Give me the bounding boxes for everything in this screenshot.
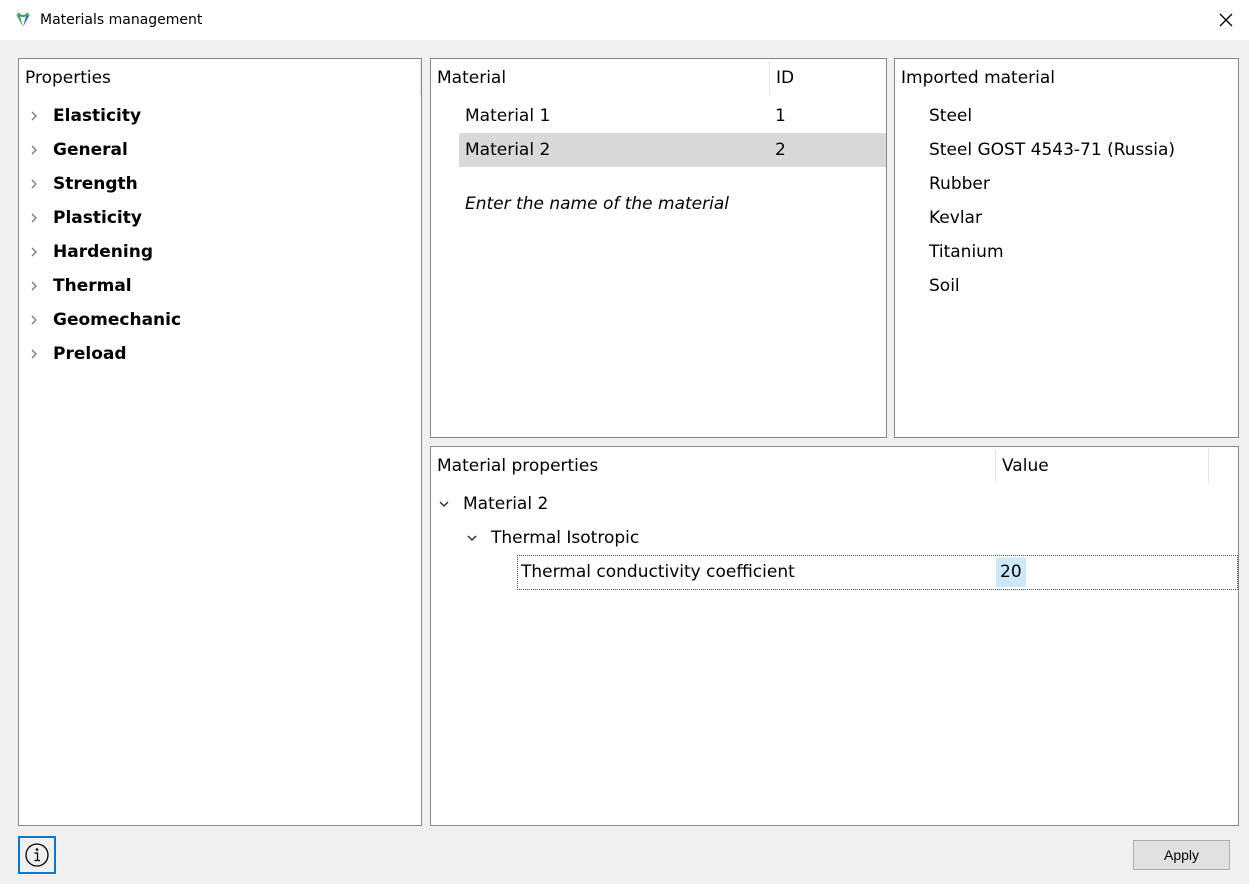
imported-item-kevlar[interactable]: Kevlar xyxy=(929,201,982,235)
imported-item-steel-gost[interactable]: Steel GOST 4543-71 (Russia) xyxy=(929,133,1175,167)
chevron-right-icon xyxy=(31,111,37,121)
chevron-down-icon xyxy=(439,501,449,508)
tree-node-material[interactable]: Material 2 xyxy=(431,487,991,521)
tree-item-thermal[interactable]: Thermal xyxy=(19,269,421,303)
tree-item-geomechanic[interactable]: Geomechanic xyxy=(19,303,421,337)
close-icon xyxy=(1219,13,1233,27)
column-divider xyxy=(769,61,770,95)
column-header-id[interactable]: ID xyxy=(776,59,794,97)
app-logo-icon xyxy=(14,11,32,29)
properties-tree[interactable]: Properties Elasticity General Strength P… xyxy=(18,58,422,826)
tree-item-preload[interactable]: Preload xyxy=(19,337,421,371)
tree-item-hardening[interactable]: Hardening xyxy=(19,235,421,269)
imported-material-list[interactable]: Imported material Steel Steel GOST 4543-… xyxy=(894,58,1239,438)
property-name: Thermal conductivity coefficient xyxy=(521,562,795,582)
imported-item-rubber[interactable]: Rubber xyxy=(929,167,990,201)
material-id: 2 xyxy=(775,140,786,160)
column-divider xyxy=(420,61,421,95)
properties-header: Properties xyxy=(25,68,111,88)
chevron-right-icon xyxy=(31,145,37,155)
column-header-material-properties[interactable]: Material properties xyxy=(437,447,598,485)
material-row-2-selected[interactable]: Material 2 2 xyxy=(459,133,886,167)
imported-item-titanium[interactable]: Titanium xyxy=(929,235,1004,269)
tree-item-plasticity[interactable]: Plasticity xyxy=(19,201,421,235)
apply-button[interactable]: Apply xyxy=(1133,840,1230,870)
chevron-right-icon xyxy=(31,349,37,359)
imported-material-header: Imported material xyxy=(901,68,1056,88)
material-properties-tree[interactable]: Material properties Value Material 2 The… xyxy=(430,446,1239,826)
new-material-name-input[interactable]: Enter the name of the material xyxy=(465,187,729,221)
window-title: Materials management xyxy=(40,12,203,28)
material-row-1[interactable]: Material 1 1 xyxy=(459,99,886,133)
close-button[interactable] xyxy=(1203,0,1249,40)
tree-item-label: Preload xyxy=(53,344,127,364)
tree-item-label: Hardening xyxy=(53,242,153,262)
tree-item-label: Strength xyxy=(53,174,138,194)
tree-node-label: Thermal Isotropic xyxy=(491,528,640,548)
tree-item-label: Elasticity xyxy=(53,106,142,126)
tree-item-label: Geomechanic xyxy=(53,310,182,330)
imported-item-steel[interactable]: Steel xyxy=(929,99,972,133)
chevron-right-icon xyxy=(31,213,37,223)
tree-item-label: Plasticity xyxy=(53,208,142,228)
tree-node-label: Material 2 xyxy=(463,494,549,514)
column-divider xyxy=(1208,449,1209,483)
column-divider xyxy=(995,449,996,483)
info-icon xyxy=(25,843,49,867)
material-name: Material 2 xyxy=(465,140,551,160)
materials-management-window: Materials management Properties Elastici… xyxy=(0,0,1249,884)
property-row-thermal-conductivity[interactable]: Thermal conductivity coefficient 20 xyxy=(517,555,1238,590)
tree-item-strength[interactable]: Strength xyxy=(19,167,421,201)
chevron-right-icon xyxy=(31,179,37,189)
tree-item-label: Thermal xyxy=(53,276,132,296)
material-name: Material 1 xyxy=(465,106,551,126)
chevron-right-icon xyxy=(31,281,37,291)
tree-item-label: General xyxy=(53,140,128,160)
material-id: 1 xyxy=(775,106,786,126)
property-value-field[interactable]: 20 xyxy=(996,558,1026,587)
chevron-right-icon xyxy=(31,247,37,257)
column-header-value[interactable]: Value xyxy=(1002,447,1049,485)
imported-item-soil[interactable]: Soil xyxy=(929,269,960,303)
materials-table[interactable]: Material ID Material 1 1 Material 2 2 En… xyxy=(430,58,887,438)
tree-item-general[interactable]: General xyxy=(19,133,421,167)
info-button[interactable] xyxy=(18,836,56,874)
tree-node-thermal-isotropic[interactable]: Thermal Isotropic xyxy=(431,521,991,555)
title-bar: Materials management xyxy=(0,0,1249,40)
chevron-down-icon xyxy=(467,535,477,542)
chevron-right-icon xyxy=(31,315,37,325)
column-header-material[interactable]: Material xyxy=(437,59,506,97)
tree-item-elasticity[interactable]: Elasticity xyxy=(19,99,421,133)
